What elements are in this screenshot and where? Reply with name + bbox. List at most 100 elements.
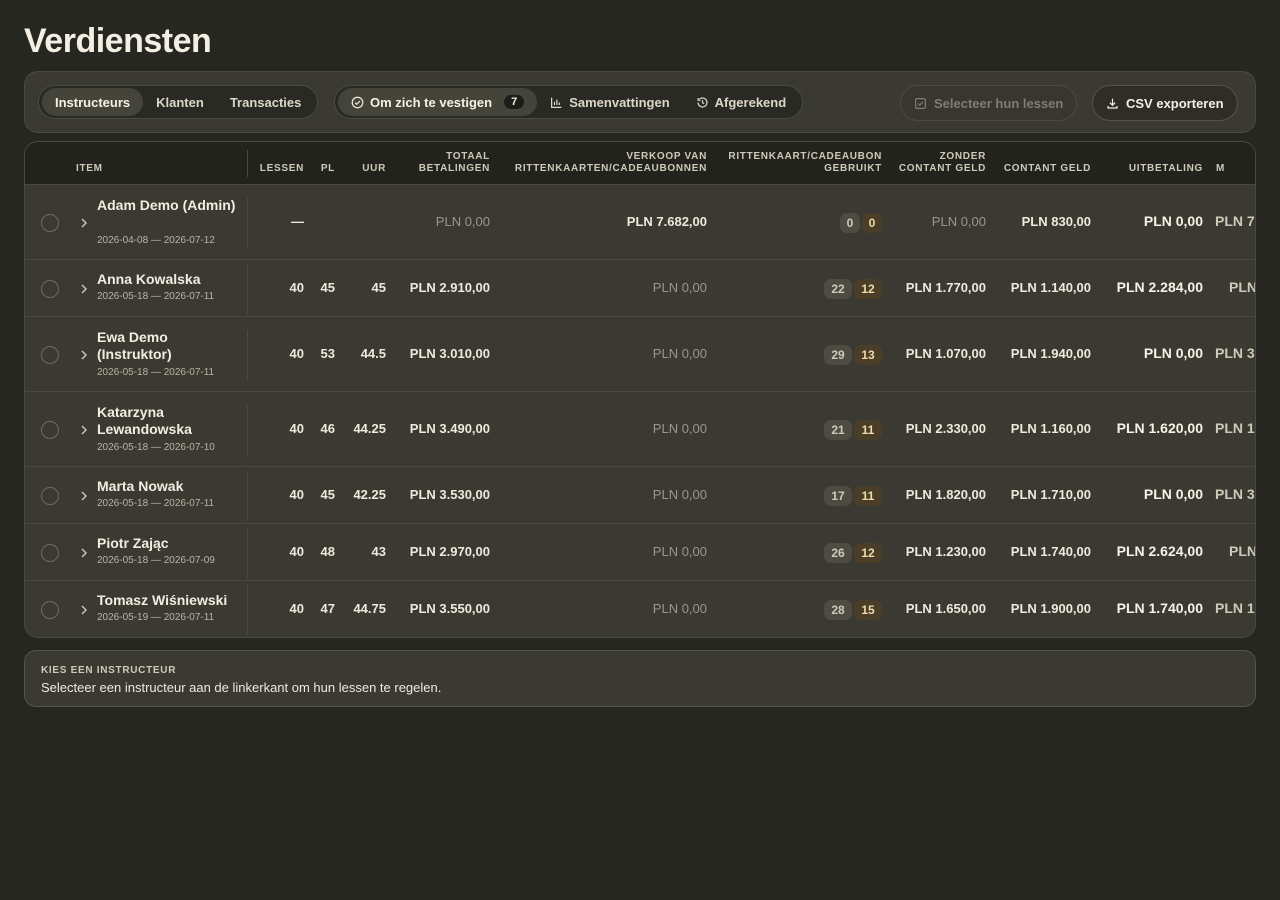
col-gebruikt-line2: gebruikt — [824, 163, 882, 174]
col-pl[interactable]: PL — [314, 163, 335, 175]
filter-label: Afgerekend — [714, 94, 787, 110]
verkoop-value: PLN 0,00 — [652, 420, 707, 436]
chevron-right-icon[interactable] — [79, 547, 89, 559]
checkbox-icon — [915, 97, 926, 109]
totaal-value: PLN 3.550,00 — [409, 600, 490, 616]
uur-value: 43 — [371, 543, 386, 559]
uitbetaling-value: PLN 0,00 — [1143, 485, 1203, 502]
col-uur[interactable]: Uur — [345, 163, 386, 175]
row-select-radio[interactable] — [41, 543, 59, 562]
used-count-badge: 0 — [840, 212, 860, 233]
filter-om-zich-te-vestigen[interactable]: Om zich te vestigen 7 — [338, 88, 538, 116]
totaal-value: PLN 3.530,00 — [409, 486, 490, 502]
uitbetaling-value: PLN 0,00 — [1143, 212, 1203, 229]
uur-value: 44.25 — [353, 420, 386, 436]
used-count-badge: 29 — [824, 344, 852, 365]
filter-samenvattingen[interactable]: Samenvattingen — [537, 88, 682, 116]
zonder-value: PLN 0,00 — [931, 213, 986, 229]
bar-chart-icon — [551, 97, 562, 108]
next-col-value: PLN — [1229, 278, 1256, 295]
totaal-value: PLN 0,00 — [435, 213, 490, 229]
row-select-radio[interactable] — [41, 345, 59, 364]
instructor-name: Adam Demo (Admin) — [97, 196, 236, 213]
status-filter: Om zich te vestigen 7 Samenvattingen Afg… — [334, 85, 804, 119]
chevron-right-icon[interactable] — [79, 349, 89, 361]
col-gebruikt-line1: Rittenkaart/cadeaubon — [728, 151, 882, 162]
row-select-radio[interactable] — [41, 213, 59, 232]
totaal-value: PLN 2.910,00 — [409, 279, 490, 295]
page-title: Verdiensten — [24, 22, 212, 60]
uitbetaling-value: PLN 1.740,00 — [1116, 599, 1203, 616]
row-select-radio[interactable] — [41, 486, 59, 505]
totaal-value: PLN 3.010,00 — [409, 345, 490, 361]
used-count-badge: 21 — [824, 419, 852, 440]
date-range: 2026-05-18 — 2026-07-11 — [97, 366, 215, 378]
tab-label: Transacties — [229, 94, 302, 110]
col-item[interactable]: Item — [76, 163, 103, 175]
col-lessen[interactable]: Lessen — [254, 163, 304, 175]
tab-label: Klanten — [156, 94, 204, 110]
date-range: 2026-05-18 — 2026-07-10 — [97, 441, 215, 453]
next-col-value: PLN 1 — [1215, 599, 1255, 616]
col-zonder[interactable]: Zonder contant geld — [886, 151, 986, 175]
contant-value: PLN 1.140,00 — [1010, 279, 1091, 295]
col-zonder-line2: contant geld — [898, 163, 986, 174]
contant-value: PLN 1.160,00 — [1010, 420, 1091, 436]
hint-text: Selecteer een instructeur aan de linkerk… — [41, 680, 442, 695]
uitbetaling-value: PLN 0,00 — [1143, 344, 1203, 361]
tab-klanten[interactable]: Klanten — [143, 88, 217, 116]
select-lessons-label: Selecteer hun lessen — [934, 95, 1064, 111]
col-uitbetaling[interactable]: Uitbetaling — [1097, 163, 1203, 175]
csv-export-button[interactable]: CSV exporteren — [1092, 85, 1238, 121]
chevron-right-icon[interactable] — [79, 604, 89, 616]
date-range: 2026-04-08 — 2026-07-12 — [97, 234, 215, 246]
col-gebruikt[interactable]: Rittenkaart/cadeaubon gebruikt — [715, 151, 882, 175]
chevron-right-icon[interactable] — [79, 424, 89, 436]
zonder-value: PLN 1.820,00 — [905, 486, 986, 502]
count-badge: 7 — [504, 95, 525, 109]
col-verkoop[interactable]: Verkoop van rittenkaarten/cadeaubonnen — [497, 151, 707, 175]
verkoop-value: PLN 0,00 — [652, 345, 707, 361]
col-totaal[interactable]: Totaal betalingen — [390, 151, 490, 175]
select-instructor-hint: Kies een instructeur Selecteer een instr… — [24, 650, 1256, 707]
uitbetaling-value: PLN 2.624,00 — [1116, 542, 1203, 559]
zonder-value: PLN 1.230,00 — [905, 543, 986, 559]
select-lessons-button[interactable]: Selecteer hun lessen — [900, 85, 1078, 121]
row-select-radio[interactable] — [41, 279, 59, 298]
verkoop-value: PLN 7.682,00 — [626, 213, 707, 229]
table-row[interactable]: Katarzyna Lewandowska 2026-05-18 — 2026-… — [25, 392, 1255, 467]
contant-value: PLN 1.900,00 — [1010, 600, 1091, 616]
tab-transacties[interactable]: Transacties — [217, 88, 315, 116]
chevron-right-icon[interactable] — [79, 217, 89, 229]
chevron-right-icon[interactable] — [79, 490, 89, 502]
filter-afgerekend[interactable]: Afgerekend — [683, 88, 800, 116]
hint-title: Kies een instructeur — [41, 665, 177, 676]
earnings-table: Item Lessen PL Uur Totaal betalingen Verk… — [24, 141, 1256, 638]
toolbar: Instructeurs Klanten Transacties Om zich… — [24, 71, 1256, 133]
uur-value: 42.25 — [353, 486, 386, 502]
header-divider — [247, 150, 248, 177]
tab-label: Instructeurs — [55, 94, 131, 110]
zonder-value: PLN 1.070,00 — [905, 345, 986, 361]
table-row[interactable]: Piotr Zając 2026-05-18 — 2026-07-09 40 4… — [25, 524, 1255, 581]
table-row[interactable]: Adam Demo (Admin) 2026-04-08 — 2026-07-1… — [25, 185, 1255, 260]
table-row[interactable]: Marta Nowak 2026-05-18 — 2026-07-11 40 4… — [25, 467, 1255, 524]
totaal-value: PLN 2.970,00 — [409, 543, 490, 559]
contant-value: PLN 1.940,00 — [1010, 345, 1091, 361]
tab-instructeurs[interactable]: Instructeurs — [42, 88, 144, 116]
row-select-radio[interactable] — [41, 420, 59, 439]
table-row[interactable]: Anna Kowalska 2026-05-18 — 2026-07-11 40… — [25, 260, 1256, 317]
row-select-radio[interactable] — [41, 600, 59, 619]
filter-label: Om zich te vestigen — [370, 94, 493, 110]
table-row[interactable]: Ewa Demo (Instruktor) 2026-05-18 — 2026-… — [25, 317, 1255, 392]
chevron-right-icon[interactable] — [79, 283, 89, 295]
uur-value: 44.5 — [360, 345, 386, 361]
uitbetaling-value: PLN 1.620,00 — [1116, 419, 1203, 436]
next-col-value: PLN 1 — [1215, 419, 1255, 436]
used-count-badge: 22 — [824, 278, 852, 299]
col-next[interactable]: M — [1216, 163, 1225, 175]
history-icon — [697, 96, 708, 108]
table-row[interactable]: Tomasz Wiśniewski 2026-05-19 — 2026-07-1… — [25, 581, 1255, 637]
col-contant[interactable]: Contant geld — [991, 163, 1091, 175]
check-circle-icon — [351, 96, 364, 108]
